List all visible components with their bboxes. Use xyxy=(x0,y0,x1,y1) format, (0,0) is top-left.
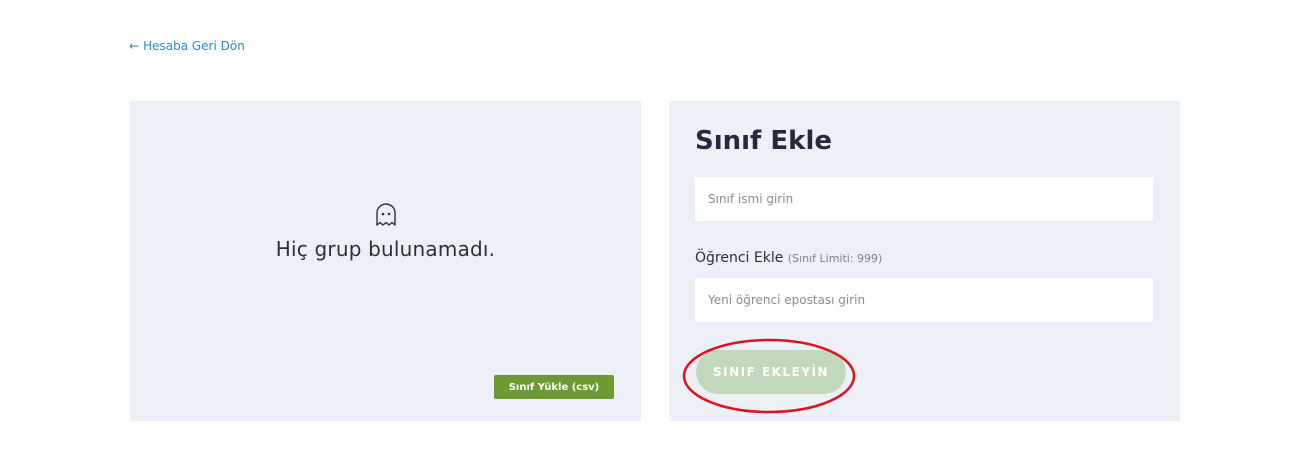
add-student-label: Öğrenci Ekle (Sınıf Limiti: 999) xyxy=(695,250,882,266)
empty-state: Hiç grup bulunamadı. xyxy=(130,203,641,261)
page: ← Hesaba Geri Dön Hiç grup bulunamadı. S… xyxy=(0,0,1313,466)
ghost-icon xyxy=(375,203,397,227)
student-email-input[interactable] xyxy=(695,278,1153,322)
upload-csv-button[interactable]: Sınıf Yükle (csv) xyxy=(494,375,614,399)
form-title: Sınıf Ekle xyxy=(695,126,833,156)
class-name-input[interactable] xyxy=(695,177,1153,221)
add-student-label-text: Öğrenci Ekle xyxy=(695,250,784,266)
empty-message: Hiç grup bulunamadı. xyxy=(275,237,496,261)
back-link-label: Hesaba Geri Dön xyxy=(143,39,245,53)
add-class-submit-button[interactable]: SINIF EKLEYİN xyxy=(696,350,846,394)
add-class-panel: Sınıf Ekle Öğrenci Ekle (Sınıf Limiti: 9… xyxy=(669,101,1180,421)
class-limit-note: (Sınıf Limiti: 999) xyxy=(787,252,883,265)
arrow-left-icon: ← xyxy=(129,39,140,53)
groups-panel: Hiç grup bulunamadı. Sınıf Yükle (csv) xyxy=(130,101,641,421)
back-to-account-link[interactable]: ← Hesaba Geri Dön xyxy=(129,39,245,53)
